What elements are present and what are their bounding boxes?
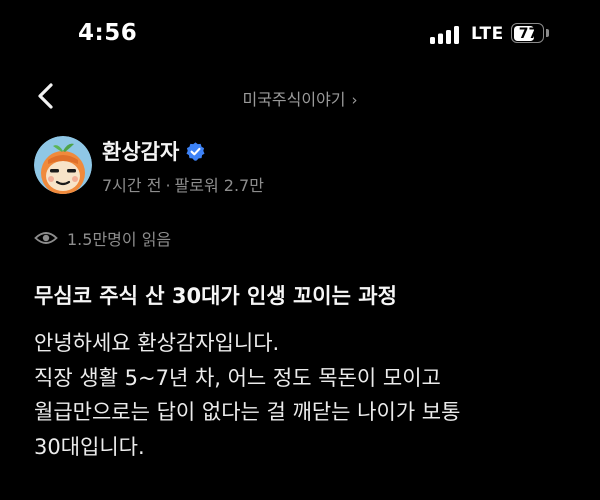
- eye-icon: [34, 232, 58, 244]
- views-row: 1.5만명이 읽음: [34, 226, 171, 250]
- author-row: 환상감자 7시간 전 · 팔로워 2.7만: [34, 136, 574, 200]
- body-line: 안녕하세요 환상감자입니다.: [34, 331, 280, 355]
- body-line: 직장 생활 5~7년 차, 어느 정도 목돈이 모이고: [34, 365, 441, 390]
- author-name[interactable]: 환상감자: [102, 136, 179, 166]
- body-line: 월급만으로는 답이 없다는 걸 깨닫는 나이가 보통: [34, 400, 461, 424]
- verified-badge-icon: [186, 141, 205, 161]
- chevron-right-icon: ›: [351, 91, 358, 109]
- community-name: 미국주식이야기: [242, 90, 346, 109]
- follower-count: 팔로워 2.7만: [174, 176, 264, 195]
- view-count: 1.5만명이 읽음: [67, 230, 172, 249]
- community-link[interactable]: 미국주식이야기 ›: [0, 86, 600, 110]
- author-name-wrap: 환상감자: [102, 138, 206, 164]
- battery-level: 77: [518, 26, 539, 42]
- meta-separator: ·: [165, 176, 171, 195]
- battery-icon: 77: [511, 23, 544, 43]
- cellular-signal-icon: [430, 26, 459, 44]
- status-bar: 4:56 LTE 77: [0, 0, 600, 70]
- post-body: 안녕하세요 환상감자입니다. 직장 생활 5~7년 차, 어느 정도 목돈이 모…: [34, 326, 590, 464]
- battery-indicator: 77: [511, 23, 551, 45]
- network-type: LTE: [471, 24, 504, 44]
- status-time: 4:56: [78, 20, 138, 46]
- avatar[interactable]: [34, 136, 92, 194]
- author-meta: 7시간 전 · 팔로워 2.7만: [102, 172, 264, 196]
- battery-tip: [546, 29, 549, 37]
- nav-bar: 미국주식이야기 ›: [0, 70, 600, 122]
- post-time: 7시간 전: [102, 176, 162, 195]
- body-line: 30대입니다.: [34, 434, 145, 459]
- post-title: 무심코 주식 산 30대가 인생 꼬이는 과정: [34, 284, 397, 308]
